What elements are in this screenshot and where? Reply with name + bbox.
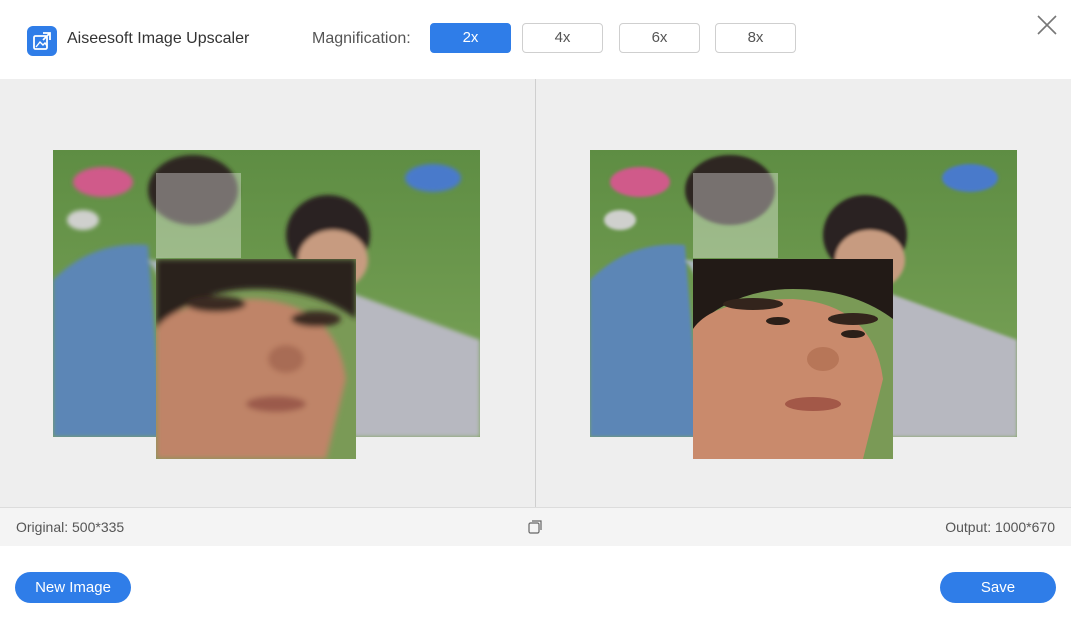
magnification-4x-button[interactable]: 4x (522, 23, 603, 53)
output-size-label: Output: 1000*670 (945, 519, 1055, 535)
close-icon[interactable] (1035, 13, 1059, 37)
magnification-2x-button[interactable]: 2x (430, 23, 511, 53)
new-image-button[interactable]: New Image (15, 572, 131, 603)
zoom-lens[interactable] (156, 173, 241, 258)
app-logo-icon (27, 26, 57, 56)
original-zoom-view (156, 259, 356, 459)
output-zoom-view (693, 259, 893, 459)
compare-icon[interactable] (528, 520, 542, 534)
footer: New Image Save (0, 546, 1071, 628)
status-bar: Original: 500*335 Output: 1000*670 (0, 507, 1071, 546)
magnification-label: Magnification: (312, 30, 411, 47)
header: Aiseesoft Image Upscaler Magnification: … (0, 0, 1071, 79)
upscaler-window: Aiseesoft Image Upscaler Magnification: … (0, 0, 1071, 628)
magnification-8x-button[interactable]: 8x (715, 23, 796, 53)
app-title: Aiseesoft Image Upscaler (67, 30, 250, 47)
original-size-label: Original: 500*335 (16, 519, 125, 535)
zoom-lens[interactable] (693, 173, 778, 258)
save-button[interactable]: Save (940, 572, 1056, 603)
magnification-6x-button[interactable]: 6x (619, 23, 700, 53)
preview-area (0, 79, 1071, 507)
pane-divider[interactable] (535, 79, 536, 507)
